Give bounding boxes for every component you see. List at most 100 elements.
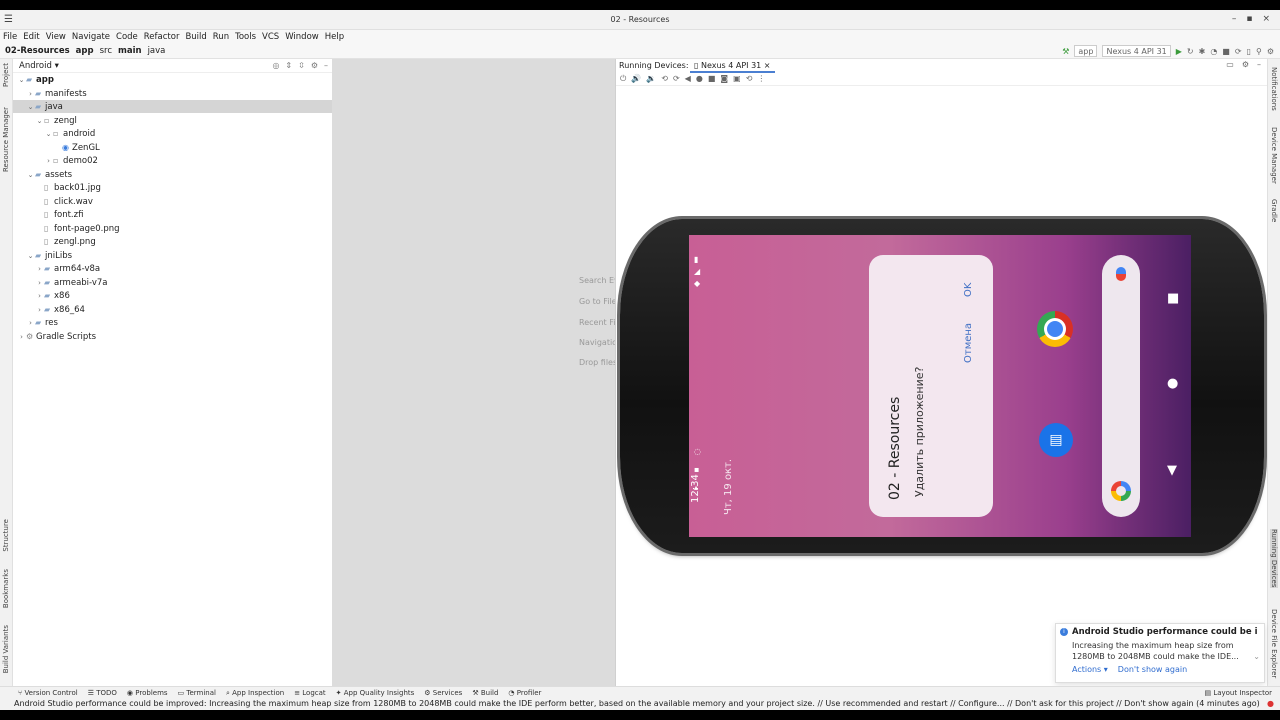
- tool-profiler[interactable]: ◔ Profiler: [508, 687, 541, 698]
- search-icon[interactable]: ⚲: [1256, 47, 1262, 56]
- rotate-left-icon[interactable]: ⟲: [661, 74, 668, 83]
- menu-refactor[interactable]: Refactor: [144, 30, 180, 44]
- tree-item[interactable]: › ▰ armeabi-v7a: [13, 276, 332, 289]
- tree-item[interactable]: ▯ font-page0.png: [13, 222, 332, 235]
- android-home-icon[interactable]: ●: [1167, 376, 1178, 391]
- android-back-icon[interactable]: ▼: [1167, 463, 1177, 478]
- volume-up-icon[interactable]: 🔊: [631, 74, 641, 83]
- tree-item[interactable]: ⌄ ▫ android: [13, 127, 332, 140]
- tool-device-file-explorer[interactable]: Device File Explorer: [1270, 609, 1278, 678]
- android-recents-icon[interactable]: ■: [1167, 291, 1179, 306]
- power-icon[interactable]: ⏻: [620, 74, 626, 84]
- settings-icon[interactable]: ⚙: [1267, 47, 1274, 56]
- expand-arrow-icon[interactable]: ›: [44, 155, 53, 168]
- close-icon[interactable]: ×: [1262, 14, 1270, 24]
- tree-item[interactable]: ▯ back01.jpg: [13, 181, 332, 194]
- profile-icon[interactable]: ◔: [1210, 47, 1217, 56]
- stop-icon[interactable]: ■: [1222, 47, 1230, 56]
- menu-view[interactable]: View: [46, 30, 66, 44]
- tool-logcat[interactable]: ≡ Logcat: [294, 687, 325, 698]
- expand-arrow-icon[interactable]: ⌄: [26, 169, 35, 182]
- hide-icon[interactable]: –: [324, 61, 328, 70]
- hammer-icon[interactable]: ⚒: [1062, 47, 1069, 56]
- menu-code[interactable]: Code: [116, 30, 138, 44]
- messages-app-icon[interactable]: ▤: [1039, 423, 1073, 457]
- avd-icon[interactable]: ▯: [1247, 47, 1251, 56]
- tree-item[interactable]: ▯ click.wav: [13, 195, 332, 208]
- expand-arrow-icon[interactable]: ›: [35, 304, 44, 317]
- expand-arrow-icon[interactable]: ›: [35, 290, 44, 303]
- overview-icon[interactable]: ■: [708, 74, 716, 83]
- breadcrumb-java[interactable]: java: [148, 46, 166, 56]
- tool-bookmarks[interactable]: Bookmarks: [2, 569, 10, 608]
- tool-project[interactable]: Project: [2, 63, 10, 87]
- expand-chevron-icon[interactable]: ⌄: [1253, 652, 1260, 661]
- layout-icon[interactable]: ▭: [1226, 60, 1234, 69]
- back-icon[interactable]: ◀: [685, 74, 691, 83]
- expand-arrow-icon[interactable]: ⌄: [44, 128, 53, 141]
- tree-item[interactable]: ⌄ ▰ jniLibs: [13, 249, 332, 262]
- mic-icon[interactable]: [1116, 267, 1126, 281]
- breadcrumb-app[interactable]: app: [76, 46, 94, 56]
- chrome-app-icon[interactable]: [1037, 311, 1073, 347]
- locate-icon[interactable]: ◎: [272, 61, 279, 70]
- tool-structure[interactable]: Structure: [2, 519, 10, 552]
- snapshot-icon[interactable]: ⟲: [746, 74, 753, 83]
- tree-item[interactable]: ▯ font.zfi: [13, 208, 332, 221]
- tree-item[interactable]: ⌄ ▰ java: [13, 100, 332, 113]
- tree-item[interactable]: ◉ ZenGL: [13, 141, 332, 154]
- menu-build[interactable]: Build: [185, 30, 206, 44]
- menu-edit[interactable]: Edit: [23, 30, 39, 44]
- debug-icon[interactable]: ✱: [1199, 47, 1206, 56]
- rotate-right-icon[interactable]: ⟳: [673, 74, 680, 83]
- tool-problems[interactable]: ◉ Problems: [127, 687, 168, 698]
- expand-arrow-icon[interactable]: ⌄: [35, 115, 44, 128]
- screenshot-icon[interactable]: ◙: [720, 74, 728, 83]
- breadcrumb-project[interactable]: 02-Resources: [5, 46, 70, 56]
- tool-device-manager[interactable]: Device Manager: [1270, 127, 1278, 184]
- expand-arrow-icon[interactable]: ⌄: [26, 250, 35, 263]
- expand-arrow-icon[interactable]: ›: [26, 317, 35, 330]
- gear-icon[interactable]: ⚙: [311, 61, 318, 70]
- tool-notifications[interactable]: Notifications: [1270, 67, 1278, 111]
- tree-item[interactable]: › ⚙ Gradle Scripts: [13, 330, 332, 343]
- tree-item[interactable]: › ▰ res: [13, 316, 332, 329]
- expand-arrow-icon[interactable]: ›: [35, 263, 44, 276]
- tool-services[interactable]: ⚙ Services: [424, 687, 462, 698]
- menu-file[interactable]: File: [3, 30, 17, 44]
- expand-arrow-icon[interactable]: ⌄: [26, 101, 35, 114]
- tree-item[interactable]: ⌄ ▰ assets: [13, 168, 332, 181]
- tree-item[interactable]: › ▰ x86_64: [13, 303, 332, 316]
- dialog-ok-button[interactable]: OK: [963, 283, 974, 297]
- tree-item[interactable]: ⌄ ▫ zengl: [13, 114, 332, 127]
- notification-actions-link[interactable]: Actions ▾: [1072, 665, 1108, 674]
- collapse-icon[interactable]: ⇳: [298, 61, 305, 70]
- tool-app-inspection[interactable]: ⌕ App Inspection: [226, 687, 284, 698]
- emulator-screen[interactable]: ▮ ◢ ◆ ◌ ▪ ▴ 12:34 Чт, 19 окт. 02 - Resou…: [689, 235, 1191, 537]
- tree-item[interactable]: › ▰ x86: [13, 289, 332, 302]
- tree-item[interactable]: › ▰ arm64-v8a: [13, 262, 332, 275]
- menu-vcs[interactable]: VCS: [262, 30, 279, 44]
- tree-item[interactable]: › ▫ demo02: [13, 154, 332, 167]
- more-icon[interactable]: ⋮: [757, 74, 765, 83]
- expand-arrow-icon[interactable]: ›: [17, 331, 26, 344]
- tree-item[interactable]: ▯ zengl.png: [13, 235, 332, 248]
- tool-gradle[interactable]: Gradle: [1270, 199, 1278, 222]
- dialog-cancel-button[interactable]: Отмена: [963, 323, 974, 363]
- breadcrumb-src[interactable]: src: [100, 46, 112, 56]
- tool-build-variants[interactable]: Build Variants: [2, 625, 10, 673]
- tree-item[interactable]: ⌄ ▰ app: [13, 73, 332, 86]
- run-icon[interactable]: ▶: [1176, 47, 1182, 56]
- breadcrumb-main[interactable]: main: [118, 46, 142, 56]
- rerun-icon[interactable]: ↻: [1187, 47, 1194, 56]
- tool-terminal[interactable]: ▭ Terminal: [178, 687, 216, 698]
- expand-arrow-icon[interactable]: ⌄: [17, 74, 26, 87]
- tool-resource-manager[interactable]: Resource Manager: [2, 107, 10, 172]
- menu-help[interactable]: Help: [325, 30, 344, 44]
- dont-show-again-link[interactable]: Don't show again: [1118, 665, 1187, 674]
- home-icon[interactable]: ●: [696, 74, 703, 83]
- expand-icon[interactable]: ⇕: [285, 61, 292, 70]
- menu-window[interactable]: Window: [285, 30, 319, 44]
- hide-panel-icon[interactable]: –: [1257, 60, 1261, 69]
- record-icon[interactable]: ▣: [733, 74, 741, 83]
